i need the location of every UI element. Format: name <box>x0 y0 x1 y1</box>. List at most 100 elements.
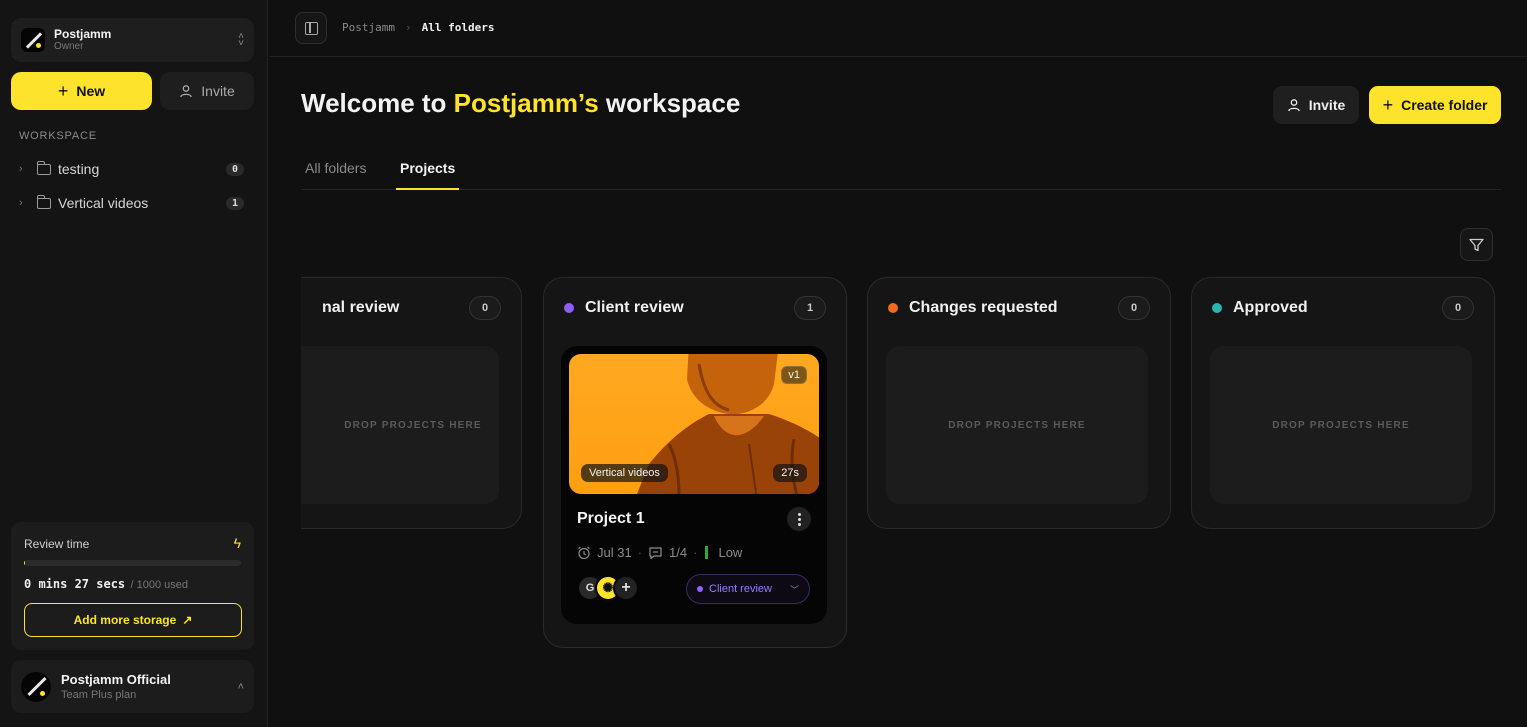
top-bar: Postjamm › All folders <box>269 0 1527 57</box>
status-dot <box>1212 303 1222 313</box>
comment-icon <box>649 546 662 559</box>
folder-count: 1 <box>225 196 244 210</box>
review-time-panel: Review time ϟ 0 mins 27 secs / 1000 used… <box>11 522 254 650</box>
tab-projects[interactable]: Projects <box>396 160 460 190</box>
assignee-avatars: G ✺ + <box>577 575 639 603</box>
add-storage-button[interactable]: Add more storage ↗ <box>24 603 242 637</box>
chevron-right-icon[interactable]: › <box>19 197 35 209</box>
breadcrumb-current: All folders <box>421 21 495 34</box>
column-title: Changes requested <box>909 299 1058 316</box>
review-time-usage: 0 mins 27 secs / 1000 used <box>24 577 188 591</box>
new-button[interactable]: + New <box>11 72 152 110</box>
drop-zone-text: DROP PROJECTS HERE <box>344 419 482 431</box>
add-storage-label: Add more storage <box>73 613 177 627</box>
new-button-label: New <box>76 83 106 99</box>
account-menu[interactable]: Postjamm Official Team Plus plan ˄ <box>11 660 254 713</box>
lightning-icon: ϟ <box>233 535 241 551</box>
tab-all-folders[interactable]: All folders <box>305 160 366 190</box>
folder-icon <box>36 160 51 175</box>
column-title: nal review <box>322 299 400 316</box>
add-assignee-button[interactable]: + <box>613 575 639 601</box>
column-internal-review: nal review 0 DROP PROJECTS HERE <box>301 277 522 529</box>
sidebar-folder-vertical-videos[interactable]: › Vertical videos 1 <box>19 190 244 216</box>
workspace-name: Postjamm <box>54 27 112 41</box>
column-approved: Approved 0 DROP PROJECTS HERE <box>1191 277 1495 529</box>
title-workspace-name: Postjamm’s <box>453 88 599 118</box>
sidebar-toggle-button[interactable] <box>295 12 327 44</box>
project-board: nal review 0 DROP PROJECTS HERE Client r… <box>301 270 1527 670</box>
column-title: Approved <box>1233 299 1308 316</box>
column-header: Client review 1 <box>564 296 826 320</box>
user-icon <box>1287 99 1300 112</box>
workspace-switcher[interactable]: Postjamm Owner ˄ ˅ <box>11 18 254 62</box>
status-dot <box>888 303 898 313</box>
duration-badge: 27s <box>773 464 807 482</box>
workspace-role: Owner <box>54 41 84 52</box>
workspace-info: Postjamm Owner <box>54 27 238 53</box>
review-time-value: 0 mins 27 secs <box>24 577 126 591</box>
account-info: Postjamm Official Team Plus plan <box>61 672 238 701</box>
column-count: 0 <box>1118 296 1150 320</box>
chevron-right-icon[interactable]: › <box>19 163 35 175</box>
account-plan: Team Plus plan <box>61 689 137 701</box>
workspace-section-label: WORKSPACE <box>19 130 97 142</box>
account-name: Postjamm Official <box>61 672 171 687</box>
column-changes-requested: Changes requested 0 DROP PROJECTS HERE <box>867 277 1171 529</box>
column-count: 1 <box>794 296 826 320</box>
chevron-down-icon: ﹀ <box>789 584 799 595</box>
invite-button-label: Invite <box>1308 97 1346 113</box>
breadcrumb-root[interactable]: Postjamm <box>342 21 395 34</box>
review-time-quota: / 1000 used <box>130 579 189 591</box>
comment-count: 1/4 <box>669 545 688 560</box>
filter-button[interactable] <box>1460 228 1493 261</box>
folder-label: Vertical videos <box>58 195 149 211</box>
postjamm-logo <box>21 28 45 52</box>
priority-icon <box>705 546 709 559</box>
more-options-button[interactable] <box>787 507 811 531</box>
arrow-up-right-icon: ↗ <box>182 613 193 627</box>
project-thumbnail[interactable]: v1 Vertical videos 27s <box>569 354 819 494</box>
project-meta: Jul 31 · 1/4 · Low <box>577 545 742 560</box>
filter-icon <box>1469 238 1484 251</box>
alarm-clock-icon <box>578 546 590 559</box>
sidebar-invite-label: Invite <box>201 83 235 99</box>
column-count: 0 <box>1442 296 1474 320</box>
column-header: nal review 0 <box>301 296 501 320</box>
review-time-title: Review time <box>24 537 90 551</box>
project-title: Project 1 <box>577 510 645 527</box>
review-time-progress <box>24 560 241 566</box>
drop-zone[interactable]: DROP PROJECTS HERE <box>886 346 1148 504</box>
sidebar-folder-testing[interactable]: › testing 0 <box>19 156 244 182</box>
status-dropdown[interactable]: Client review ﹀ <box>686 574 810 604</box>
chevron-up-icon: ˄ <box>237 680 244 693</box>
breadcrumb: Postjamm › All folders <box>342 21 494 34</box>
plus-icon: + <box>1382 94 1394 115</box>
column-header: Approved 0 <box>1212 296 1474 320</box>
meta-separator: · <box>637 545 643 560</box>
status-dot <box>697 586 703 592</box>
chevron-up-down-icon: ˄ ˅ <box>238 31 244 49</box>
priority-label: Low <box>718 545 743 560</box>
version-badge: v1 <box>781 366 807 384</box>
folder-label: testing <box>58 161 100 177</box>
folder-icon <box>36 194 51 209</box>
column-header: Changes requested 0 <box>888 296 1150 320</box>
folder-count: 0 <box>225 162 244 176</box>
sidebar-invite-button[interactable]: Invite <box>160 72 254 110</box>
status-dot <box>564 303 574 313</box>
project-card[interactable]: v1 Vertical videos 27s Project 1 Jul 31 … <box>561 346 827 624</box>
drop-zone[interactable]: DROP PROJECTS HERE <box>301 346 499 504</box>
user-icon <box>180 85 193 98</box>
page-title: Welcome to Postjamm’s workspace <box>301 88 740 119</box>
create-folder-label: Create folder <box>1401 97 1488 113</box>
breadcrumb-separator-icon: › <box>404 21 412 34</box>
column-title: Client review <box>585 299 684 316</box>
create-folder-button[interactable]: + Create folder <box>1369 86 1501 124</box>
folder-badge: Vertical videos <box>581 464 668 482</box>
title-prefix: Welcome to <box>301 88 454 118</box>
column-client-review: Client review 1 v1 Vertical videos 27s P… <box>543 277 847 648</box>
drop-zone[interactable]: DROP PROJECTS HERE <box>1210 346 1472 504</box>
invite-button[interactable]: Invite <box>1273 86 1359 124</box>
title-suffix: workspace <box>598 88 741 118</box>
sidebar: Postjamm Owner ˄ ˅ + New Invite WORKSPACE… <box>0 0 268 727</box>
